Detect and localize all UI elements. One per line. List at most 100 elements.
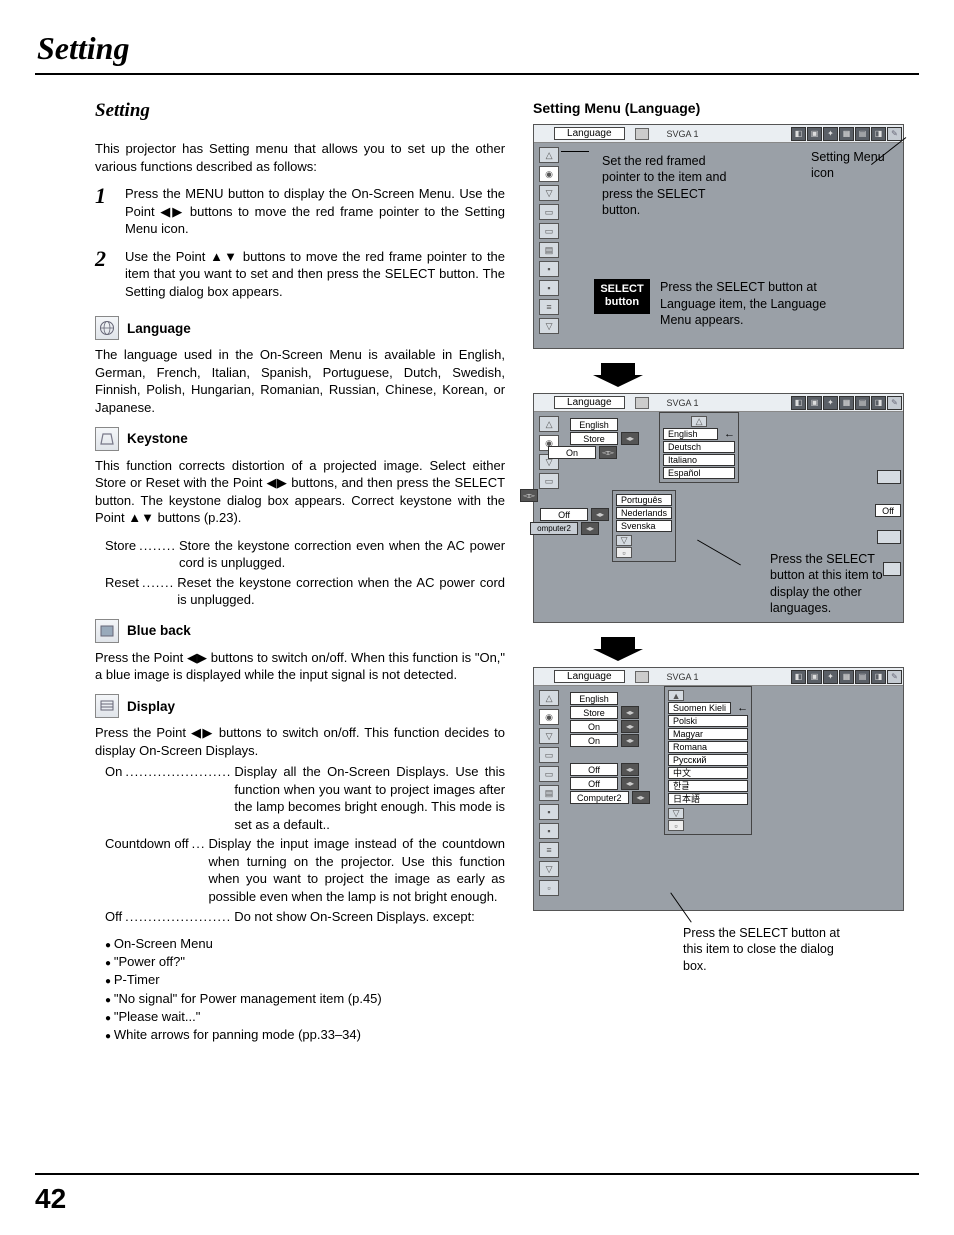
lang-item: English [663,428,718,440]
down-arrow-icon: ▽ [668,808,684,819]
lr-icon: ◂▸ [591,508,609,521]
lr-icon: ◅▻ [599,446,617,459]
lr-icon: ◂▸ [621,777,639,790]
down-arrow-icon [593,637,643,661]
value-box: Off [875,504,901,517]
globe-icon: ◉ [539,709,559,725]
display-countdown-off: Countdown off ... Display the input imag… [105,835,505,905]
def-desc: Do not show On-Screen Displays. except: [234,908,505,926]
select-button-graphic: SELECT button [594,279,650,313]
down-arrow-icon: ▽ [539,861,559,877]
osd-mode: SVGA 1 [667,398,699,408]
toolbar-icon: ✦ [823,127,838,141]
value-box: Off [570,777,618,790]
page-number: 42 [35,1183,66,1215]
right-column: Setting Menu (Language) Language SVGA 1 … [533,100,904,1044]
def-term: On [105,763,122,833]
lang-item: Polski [668,715,748,727]
logo-icon: ▤ [539,242,559,258]
value-box: Off [570,763,618,776]
value-box: English [570,692,618,705]
lang-item: 中文 [668,767,748,779]
up-arrow-icon: △ [691,416,707,427]
lr-icon: ◂▸ [621,734,639,747]
value-box: Off [540,508,588,521]
osd-title-label: Language [554,127,625,140]
leader-line [561,151,589,152]
header-label: Display [127,699,175,714]
step-2: 2 Use the Point ▲▼ buttons to move the r… [95,248,505,301]
intro-text: This projector has Setting menu that all… [95,140,505,175]
osd-side-icons: △ ◉ ▽ ▭ ▭ ▤ ▪ ▪ ≡ ▽ ▫ [534,686,564,900]
icon-box [877,530,901,544]
blueback-icon: ▭ [539,204,559,220]
display-off: Off ....................... Do not show … [105,908,505,926]
display-text: Press the Point ◀▶ buttons to switch on/… [95,724,505,759]
lang-item: Romana [668,741,748,753]
display-icon: ▭ [539,766,559,782]
ceiling-icon: ▪ [539,261,559,277]
callout-menu-icon: Setting Menu icon [811,149,901,182]
def-desc: Store the keystone correction even when … [179,537,505,572]
blueback-icon: ▭ [539,747,559,763]
language-text: The language used in the On-Screen Menu … [95,346,505,416]
def-term: Off [105,908,122,926]
icon-box [877,470,901,484]
toolbar-icon: ◧ [791,396,806,410]
header-label: Blue back [127,623,191,638]
leader-line [697,540,741,566]
lr-icon: ◂▸ [581,522,599,535]
pointer-arrow-icon: ← [724,428,735,440]
dots: ....................... [122,763,234,833]
display-on: On ....................... Display all t… [105,763,505,833]
source-icon [635,397,649,409]
lang-item: Magyar [668,728,748,740]
toolbar-icon: ◨ [871,127,886,141]
dots: ....................... [122,908,234,926]
toolbar-icon: ▤ [855,127,870,141]
language-popup: Português Nederlands Svenska ▽ ▫ [612,490,676,562]
value-box: On [570,734,618,747]
page-title: Setting [35,30,919,67]
toolbar-icon: ✦ [823,670,838,684]
rear-icon: ▪ [539,280,559,296]
def-desc: Reset the keystone correction when the A… [177,574,505,609]
lr-icon: ◂▸ [621,706,639,719]
osd-screenshot-3: Language SVGA 1 ◧ ▣ ✦ ▦ ▤ ◨ ✎ △ ◉ ▽ [533,667,904,911]
blank-icon: ▭ [539,473,559,489]
value-box: Store [570,432,618,445]
pointer-arrow-icon: ← [737,702,748,714]
down-arrow-icon: ▽ [616,535,632,546]
up-arrow-icon: △ [539,147,559,163]
bottom-rule [35,1173,919,1175]
step-number: 2 [95,248,113,301]
lr-icon: ◂▸ [621,720,639,733]
globe-icon: ◉ [539,166,559,182]
callout-close-dialog: Press the SELECT button at this item to … [683,925,853,974]
down-arrow-icon [593,363,643,387]
toolbar-icon: ✎ [887,396,902,410]
blueback-text: Press the Point ◀▶ buttons to switch on/… [95,649,505,684]
list-icon: ≡ [539,299,559,315]
up-arrow-icon: ▲ [668,690,684,701]
list-item: P-Timer [105,971,505,989]
value-box: omputer2 [530,522,578,535]
display-icon: ▭ [539,223,559,239]
keystone-store: Store ........ Store the keystone correc… [105,537,505,572]
language-header: Language [95,316,505,340]
def-term: Countdown off [105,835,189,905]
value-box: On [548,446,596,459]
toolbar-icon: ✎ [887,670,902,684]
blueback-icon [95,619,119,643]
step-number: 1 [95,185,113,238]
display-header: Display [95,694,505,718]
step-text: Press the MENU button to display the On-… [125,185,505,238]
lr-icon: ◅▻ [520,489,538,502]
osd-mode: SVGA 1 [667,129,699,139]
logo-icon: ▤ [539,785,559,801]
value-box: On [570,720,618,733]
source-icon [635,128,649,140]
left-column: Setting This projector has Setting menu … [95,100,505,1044]
list-item: "No signal" for Power management item (p… [105,990,505,1008]
dots: ... [189,835,209,905]
